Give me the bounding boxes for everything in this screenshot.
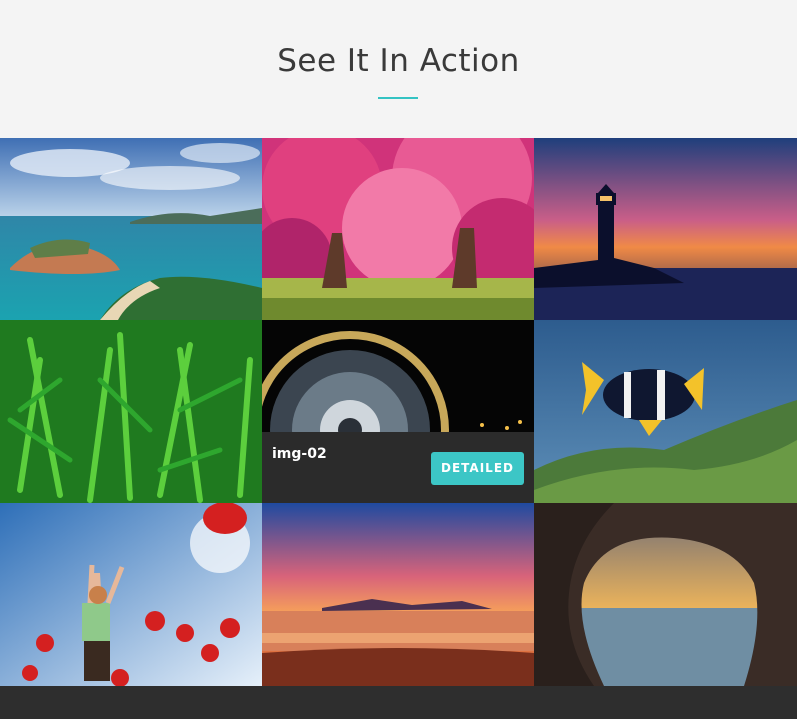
gallery-item-img-02[interactable]: img-02 DETAILED bbox=[262, 320, 534, 503]
lighthouse-sunset-photo bbox=[534, 138, 797, 320]
overlay-image-title: img-02 bbox=[272, 446, 327, 462]
grass-photo bbox=[0, 320, 262, 503]
blossom-trees-photo bbox=[262, 138, 534, 320]
gallery-item-sea-cave[interactable] bbox=[534, 503, 797, 686]
footer-bar bbox=[0, 686, 797, 719]
hover-overlay: img-02 DETAILED bbox=[262, 432, 534, 503]
gallery-item-beach-sunset[interactable] bbox=[262, 503, 534, 686]
coastal-island-photo bbox=[0, 138, 262, 320]
gallery-item-lighthouse[interactable] bbox=[534, 138, 797, 320]
image-gallery-grid: img-02 DETAILED bbox=[0, 138, 797, 686]
gallery-section: See It In Action img-02 DETAILED bbox=[0, 0, 797, 719]
gallery-item-clownfish[interactable] bbox=[534, 320, 797, 503]
clownfish-photo bbox=[534, 320, 797, 503]
section-title: See It In Action bbox=[277, 43, 520, 79]
gallery-item-island[interactable] bbox=[0, 138, 262, 320]
gallery-item-poppies[interactable] bbox=[0, 503, 262, 686]
poppies-photo bbox=[0, 503, 262, 686]
gallery-item-blossom-trees[interactable] bbox=[262, 138, 534, 320]
beach-sunset-photo bbox=[262, 503, 534, 686]
sea-cave-photo bbox=[534, 503, 797, 686]
gallery-item-grass[interactable] bbox=[0, 320, 262, 503]
detailed-button[interactable]: DETAILED bbox=[431, 452, 524, 485]
title-underline bbox=[378, 97, 418, 99]
